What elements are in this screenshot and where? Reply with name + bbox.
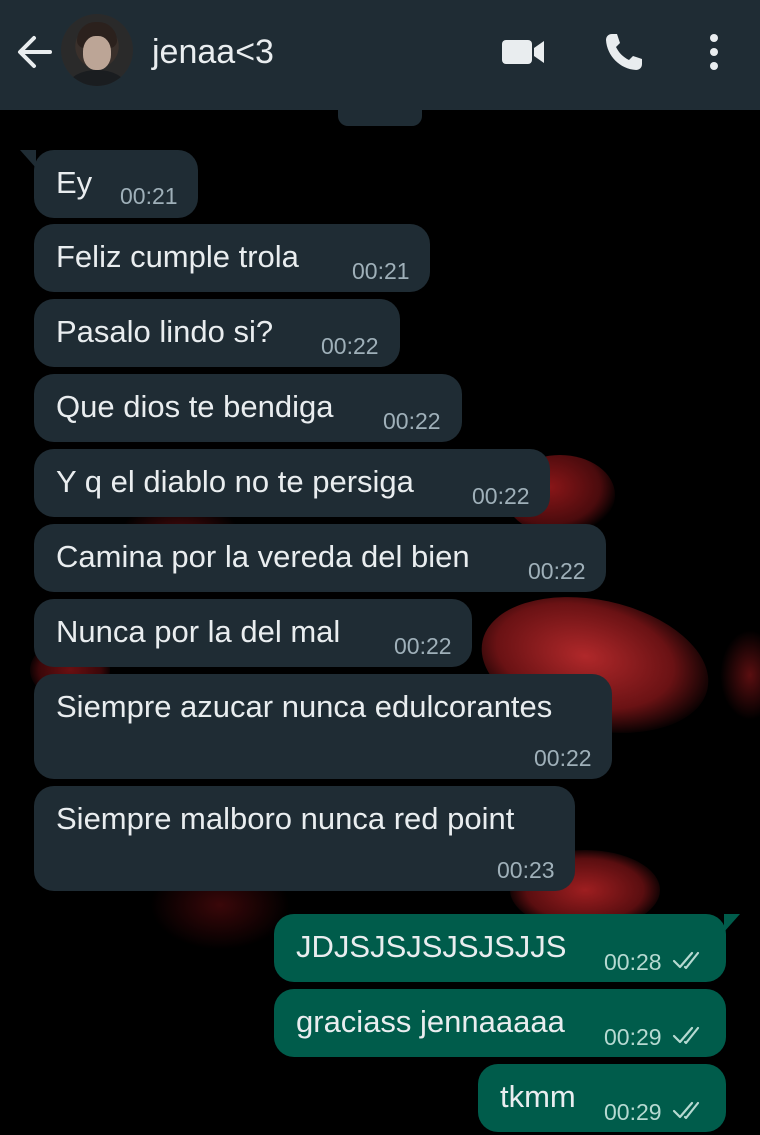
message-text: graciass jennaaaaa — [296, 1004, 565, 1039]
double-check-icon — [672, 1026, 700, 1045]
message-text: Pasalo lindo si? — [56, 314, 274, 349]
message-text: Que dios te bendiga — [56, 389, 334, 424]
video-camera-icon[interactable] — [500, 30, 548, 74]
avatar-body — [69, 70, 125, 86]
message-time: 00:22 — [528, 558, 586, 584]
message-text: tkmm — [500, 1079, 576, 1114]
message-text: Siempre azucar nunca edulcorantes — [56, 689, 553, 724]
double-check-icon — [672, 951, 700, 970]
message-text: Siempre malboro nunca red point — [56, 801, 515, 836]
message-time: 00:29 — [604, 1099, 662, 1125]
message-time: 00:29 — [604, 1024, 662, 1050]
message-bubble[interactable]: Que dios te bendiga 00:22 — [34, 374, 462, 442]
message-time: 00:28 — [604, 949, 662, 975]
message-time: 00:21 — [352, 258, 410, 284]
more-vertical-icon[interactable] — [700, 30, 728, 74]
phone-icon[interactable] — [602, 30, 650, 74]
message-bubble-outgoing[interactable]: JDJSJSJSJSJSJJS 00:28 — [274, 914, 740, 982]
message-text: Feliz cumple trola — [56, 239, 299, 274]
avatar[interactable] — [61, 14, 133, 86]
message-text: Nunca por la del mal — [56, 614, 341, 649]
message-bubble[interactable]: Feliz cumple trola 00:21 — [34, 224, 430, 292]
message-bubble-outgoing[interactable]: graciass jennaaaaa 00:29 — [274, 989, 726, 1057]
message-bubble[interactable]: Ey 00:21 — [20, 150, 198, 218]
message-bubble[interactable]: Nunca por la del mal 00:22 — [34, 599, 472, 667]
message-time: 00:23 — [497, 857, 555, 883]
message-time: 00:22 — [472, 483, 530, 509]
message-time: 00:21 — [120, 183, 178, 209]
contact-name[interactable]: jenaa<3 — [152, 30, 274, 74]
message-bubble[interactable]: Siempre malboro nunca red point 00:23 — [34, 786, 575, 891]
avatar-face — [83, 36, 111, 70]
message-bubble[interactable]: Camina por la vereda del bien 00:22 — [34, 524, 606, 592]
message-text: Camina por la vereda del bien — [56, 539, 470, 574]
message-bubble[interactable]: Y q el diablo no te persiga 00:22 — [34, 449, 550, 517]
message-time: 00:22 — [383, 408, 441, 434]
bubble-tail — [724, 914, 740, 932]
double-check-icon — [672, 1101, 700, 1120]
message-list[interactable]: Ey 00:21 Feliz cumple trola 00:21 Pasalo… — [0, 90, 760, 1135]
chat-header: jenaa<3 — [0, 0, 760, 110]
message-time: 00:22 — [394, 633, 452, 659]
message-text: Ey — [56, 165, 93, 200]
bubble-tail — [20, 150, 36, 168]
message-bubble[interactable]: Siempre azucar nunca edulcorantes 00:22 — [34, 674, 612, 779]
message-time: 00:22 — [321, 333, 379, 359]
arrow-left-icon[interactable] — [14, 32, 54, 72]
message-bubble-outgoing[interactable]: tkmm 00:29 — [478, 1064, 726, 1132]
message-time: 00:22 — [534, 745, 592, 771]
message-bubble[interactable]: Pasalo lindo si? 00:22 — [34, 299, 400, 367]
message-text: JDJSJSJSJSJSJJS — [296, 929, 567, 964]
message-text: Y q el diablo no te persiga — [56, 464, 414, 499]
